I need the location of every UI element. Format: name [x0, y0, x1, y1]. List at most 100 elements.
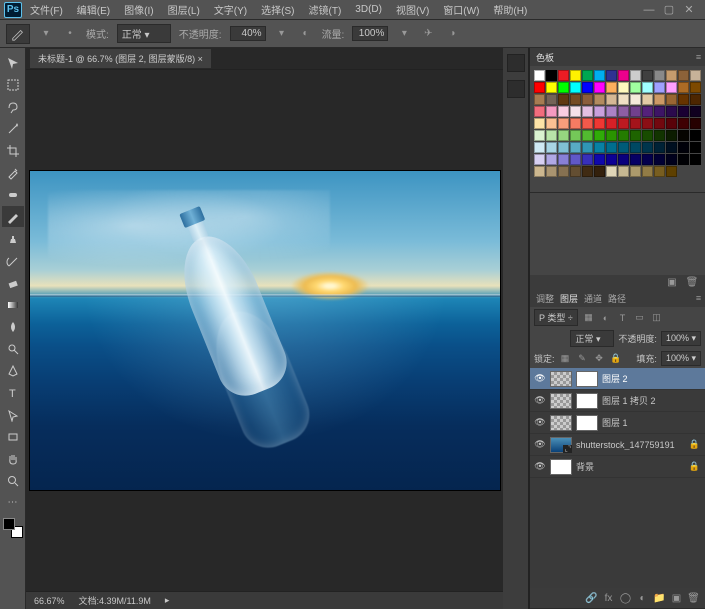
clone-stamp-tool[interactable] — [2, 228, 24, 249]
new-swatch-icon[interactable]: ▣ — [665, 275, 679, 289]
menu-3d[interactable]: 3D(D) — [349, 2, 388, 17]
swatch[interactable] — [666, 130, 677, 141]
swatch[interactable] — [690, 154, 701, 165]
collapsed-panel-icon[interactable] — [507, 80, 525, 98]
swatch[interactable] — [678, 154, 689, 165]
lock-transparency-icon[interactable]: ▦ — [559, 352, 572, 365]
swatch[interactable] — [618, 82, 629, 93]
tab-channels[interactable]: 通道 — [584, 292, 602, 305]
adjustment-icon[interactable]: ◐ — [636, 592, 649, 605]
swatch[interactable] — [570, 154, 581, 165]
swatch[interactable] — [666, 142, 677, 153]
brush-preset-dot[interactable]: • — [62, 26, 78, 42]
swatch[interactable] — [546, 166, 557, 177]
swatch[interactable] — [594, 106, 605, 117]
swatch[interactable] — [678, 82, 689, 93]
swatch[interactable] — [594, 166, 605, 177]
swatch[interactable] — [630, 70, 641, 81]
lock-pixels-icon[interactable]: ✎ — [576, 352, 589, 365]
pressure-opacity-icon[interactable]: ◐ — [298, 26, 314, 42]
trash-icon[interactable]: 🗑 — [685, 275, 699, 289]
swatch[interactable] — [558, 130, 569, 141]
eyedropper-tool[interactable] — [2, 162, 24, 183]
swatch[interactable] — [594, 70, 605, 81]
swatch[interactable] — [606, 94, 617, 105]
swatch[interactable] — [618, 70, 629, 81]
swatch[interactable] — [654, 154, 665, 165]
layer-name[interactable]: shutterstock_147759191 — [576, 440, 684, 450]
tool-preset-picker[interactable] — [6, 24, 30, 44]
lock-position-icon[interactable]: ✥ — [593, 352, 606, 365]
swatch[interactable] — [642, 82, 653, 93]
visibility-toggle[interactable]: 👁 — [534, 461, 546, 473]
fx-icon[interactable]: fx — [602, 592, 615, 605]
swatch[interactable] — [630, 154, 641, 165]
swatch[interactable] — [690, 94, 701, 105]
swatch[interactable] — [654, 118, 665, 129]
chevron-down-icon[interactable]: ▾ — [274, 26, 290, 42]
swatch[interactable] — [570, 166, 581, 177]
marquee-tool[interactable] — [2, 74, 24, 95]
swatch[interactable] — [654, 130, 665, 141]
swatch[interactable] — [666, 82, 677, 93]
tab-paths[interactable]: 路径 — [608, 292, 626, 305]
edit-toolbar[interactable]: ⋯ — [2, 492, 24, 513]
swatch[interactable] — [642, 106, 653, 117]
eraser-tool[interactable] — [2, 272, 24, 293]
mask-thumb[interactable] — [576, 415, 598, 431]
magic-wand-tool[interactable] — [2, 118, 24, 139]
swatch[interactable] — [570, 118, 581, 129]
swatch[interactable] — [534, 166, 545, 177]
swatch[interactable] — [546, 130, 557, 141]
swatch[interactable] — [582, 118, 593, 129]
swatch[interactable] — [546, 118, 557, 129]
swatch[interactable] — [678, 142, 689, 153]
menu-file[interactable]: 文件(F) — [24, 0, 69, 19]
swatch[interactable] — [546, 142, 557, 153]
tab-layers[interactable]: 图层 — [560, 292, 578, 305]
swatch[interactable] — [606, 118, 617, 129]
swatch[interactable] — [606, 130, 617, 141]
swatch[interactable] — [606, 70, 617, 81]
chevron-right-icon[interactable]: ▸ — [165, 595, 170, 606]
new-layer-icon[interactable]: ▣ — [670, 592, 683, 605]
swatch[interactable] — [594, 154, 605, 165]
swatch[interactable] — [606, 82, 617, 93]
swatch[interactable] — [594, 130, 605, 141]
swatch[interactable] — [690, 70, 701, 81]
swatch[interactable] — [606, 166, 617, 177]
document-tab[interactable]: 未标题-1 @ 66.7% (图层 2, 图层蒙版/8) × — [30, 49, 211, 68]
opacity-input[interactable] — [230, 26, 266, 41]
swatch[interactable] — [582, 106, 593, 117]
move-tool[interactable] — [2, 52, 24, 73]
swatch[interactable] — [642, 166, 653, 177]
swatch[interactable] — [546, 70, 557, 81]
minimize-button[interactable]: — — [643, 4, 655, 16]
swatch[interactable] — [582, 154, 593, 165]
chevron-down-icon[interactable]: ▾ — [396, 26, 412, 42]
pen-tool[interactable] — [2, 360, 24, 381]
swatch[interactable] — [666, 94, 677, 105]
filter-adjustment-icon[interactable]: ◐ — [599, 311, 612, 324]
swatch[interactable] — [618, 154, 629, 165]
swatch[interactable] — [618, 118, 629, 129]
swatch[interactable] — [558, 118, 569, 129]
menu-filter[interactable]: 滤镜(T) — [303, 0, 348, 19]
layer-row[interactable]: 👁 图层 1 — [530, 412, 705, 434]
swatch[interactable] — [642, 94, 653, 105]
swatch[interactable] — [558, 106, 569, 117]
brush-tool[interactable] — [2, 206, 24, 227]
swatch[interactable] — [678, 118, 689, 129]
swatch[interactable] — [630, 118, 641, 129]
swatch[interactable] — [690, 130, 701, 141]
chevron-down-icon[interactable]: ▾ — [38, 26, 54, 42]
mask-icon[interactable]: ◯ — [619, 592, 632, 605]
swatch[interactable] — [642, 70, 653, 81]
swatch[interactable] — [582, 70, 593, 81]
layer-name[interactable]: 图层 1 — [602, 416, 701, 429]
trash-icon[interactable]: 🗑 — [687, 592, 700, 605]
swatch[interactable] — [570, 70, 581, 81]
swatch[interactable] — [666, 154, 677, 165]
hand-tool[interactable] — [2, 448, 24, 469]
menu-image[interactable]: 图像(I) — [118, 0, 159, 19]
